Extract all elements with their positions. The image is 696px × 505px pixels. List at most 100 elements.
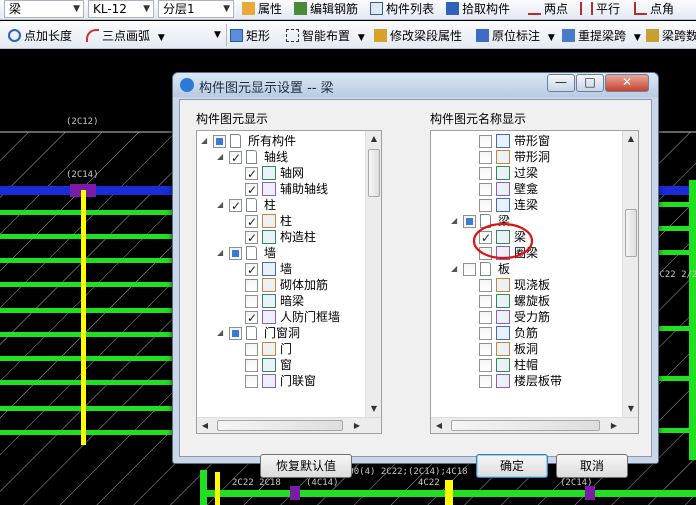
- tree-item[interactable]: 连梁: [467, 197, 622, 213]
- tree-checkbox[interactable]: [245, 279, 258, 292]
- horizontal-scrollbar[interactable]: ◀ ▶: [197, 417, 381, 433]
- span-count-button[interactable]: 梁跨数: [646, 27, 696, 45]
- expand-toggle-icon[interactable]: ◢: [451, 265, 459, 273]
- element-display-tree[interactable]: ◢所有构件◢轴线轴网辅助轴线◢柱柱构造柱◢墙墙砌体加筋暗梁人防门框墙◢门窗洞门窗…: [196, 130, 382, 434]
- tree-checkbox[interactable]: [229, 247, 242, 260]
- tree-item[interactable]: 砌体加筋: [233, 277, 365, 293]
- tree-item[interactable]: ◢ 板: [451, 261, 622, 277]
- vertical-scrollbar[interactable]: ▲ ▼: [365, 131, 381, 417]
- tree-checkbox[interactable]: [245, 262, 258, 278]
- close-button[interactable]: ✕: [605, 74, 649, 92]
- tree-checkbox[interactable]: [479, 135, 492, 148]
- tree-item[interactable]: 板洞: [467, 341, 622, 357]
- scroll-thumb[interactable]: [451, 420, 600, 431]
- element-list-button[interactable]: 构件列表: [370, 0, 434, 18]
- tree-item[interactable]: 柱: [233, 213, 365, 230]
- tree-checkbox[interactable]: [479, 247, 492, 260]
- tree-checkbox[interactable]: [463, 263, 476, 276]
- point-angle-button[interactable]: 点角: [634, 0, 674, 18]
- ok-button[interactable]: 确定: [476, 454, 548, 478]
- tree-checkbox[interactable]: [245, 230, 258, 246]
- tree-checkbox[interactable]: [479, 279, 492, 292]
- tree-item[interactable]: 圈梁: [467, 245, 622, 261]
- parallel-button[interactable]: 平行: [580, 0, 620, 18]
- scroll-thumb[interactable]: [217, 420, 343, 431]
- tree-checkbox[interactable]: [479, 375, 492, 388]
- tree-item[interactable]: ◢ 梁: [451, 213, 622, 229]
- tree-checkbox[interactable]: [245, 214, 258, 230]
- tree-item[interactable]: 带形窗: [467, 133, 622, 149]
- scroll-thumb[interactable]: [625, 209, 637, 257]
- minimize-button[interactable]: —: [547, 74, 575, 92]
- tree-item[interactable]: ◢ 门窗洞: [217, 325, 365, 341]
- chevron-down-icon[interactable]: ▼: [214, 30, 221, 40]
- three-point-arc-button[interactable]: 三点画弧 ▼: [86, 27, 165, 45]
- element-name-display-tree[interactable]: 带形窗带形洞过梁壁龛连梁◢梁梁圈梁◢板现浇板螺旋板受力筋负筋板洞柱帽楼层板带▲▼…: [430, 130, 639, 434]
- tree-item[interactable]: 带形洞: [467, 149, 622, 165]
- tree-checkbox[interactable]: [479, 230, 492, 246]
- tree-item[interactable]: 壁龛: [467, 181, 622, 197]
- tree-item[interactable]: 辅助轴线: [233, 181, 365, 198]
- tree-checkbox[interactable]: [245, 295, 258, 308]
- vertical-scrollbar[interactable]: ▲ ▼: [622, 131, 638, 417]
- tree-checkbox[interactable]: [463, 215, 476, 228]
- tree-checkbox[interactable]: [245, 375, 258, 388]
- tree-item[interactable]: 螺旋板: [467, 293, 622, 309]
- two-point-button[interactable]: 两点: [528, 0, 568, 18]
- scroll-down-icon[interactable]: ▼: [366, 401, 381, 417]
- tree-item[interactable]: ◢ 所有构件: [201, 133, 365, 149]
- tree-item[interactable]: 过梁: [467, 165, 622, 181]
- expand-toggle-icon[interactable]: ◢: [217, 249, 225, 257]
- element-type-combo[interactable]: 梁 ▼: [4, 0, 84, 18]
- scroll-right-icon[interactable]: ▶: [349, 418, 365, 433]
- tree-checkbox[interactable]: [479, 327, 492, 340]
- expand-toggle-icon[interactable]: ◢: [201, 137, 209, 145]
- tree-checkbox[interactable]: [245, 359, 258, 372]
- maximize-button[interactable]: □: [576, 74, 604, 92]
- scroll-left-icon[interactable]: ◀: [431, 418, 447, 433]
- properties-button[interactable]: 属性: [242, 0, 282, 18]
- tree-item[interactable]: 轴网: [233, 165, 365, 182]
- tree-checkbox[interactable]: [479, 311, 492, 324]
- tree-checkbox[interactable]: [229, 150, 242, 166]
- tree-checkbox[interactable]: [245, 310, 258, 326]
- tree-item[interactable]: 负筋: [467, 325, 622, 341]
- scroll-right-icon[interactable]: ▶: [606, 418, 622, 433]
- horizontal-scrollbar[interactable]: ◀ ▶: [431, 417, 638, 433]
- tree-checkbox[interactable]: [245, 166, 258, 182]
- tree-item[interactable]: 受力筋: [467, 309, 622, 325]
- expand-toggle-icon[interactable]: ◢: [217, 201, 225, 209]
- tree-item[interactable]: 门联窗: [233, 373, 365, 389]
- scroll-up-icon[interactable]: ▲: [623, 131, 638, 147]
- restore-defaults-button[interactable]: 恢复默认值: [260, 454, 352, 478]
- tree-checkbox[interactable]: [479, 359, 492, 372]
- rectangle-button[interactable]: 矩形: [230, 27, 270, 45]
- point-plus-length-button[interactable]: 点加长度: [8, 27, 72, 45]
- tree-checkbox[interactable]: [479, 183, 492, 196]
- tree-checkbox[interactable]: [245, 182, 258, 198]
- expand-toggle-icon[interactable]: ◢: [217, 329, 225, 337]
- tree-item[interactable]: 构造柱: [233, 229, 365, 246]
- expand-toggle-icon[interactable]: ◢: [217, 153, 225, 161]
- element-name-combo[interactable]: KL-12 ▼: [88, 0, 154, 18]
- tree-item[interactable]: 门: [233, 341, 365, 357]
- tree-item[interactable]: 墙: [233, 261, 365, 278]
- tree-checkbox[interactable]: [479, 295, 492, 308]
- scroll-thumb[interactable]: [368, 149, 380, 197]
- tree-checkbox[interactable]: [229, 327, 242, 340]
- layer-combo[interactable]: 分层1 ▼: [158, 0, 234, 18]
- modify-beam-segment-button[interactable]: 修改梁段属性: [374, 27, 462, 45]
- tree-item[interactable]: 窗: [233, 357, 365, 373]
- tree-checkbox[interactable]: [245, 343, 258, 356]
- tree-item[interactable]: 柱帽: [467, 357, 622, 373]
- expand-toggle-icon[interactable]: ◢: [451, 217, 459, 225]
- re-extract-span-button[interactable]: 重提梁跨 ▼: [562, 27, 641, 45]
- scroll-left-icon[interactable]: ◀: [197, 418, 213, 433]
- tree-item[interactable]: ◢ 墙: [217, 245, 365, 261]
- tree-checkbox[interactable]: [479, 199, 492, 212]
- cancel-button[interactable]: 取消: [556, 454, 628, 478]
- scroll-down-icon[interactable]: ▼: [623, 401, 638, 417]
- tree-item[interactable]: 梁: [467, 229, 622, 246]
- tree-item[interactable]: 楼层板带: [467, 373, 622, 389]
- dialog-titlebar[interactable]: 构件图元显示设置 -- 梁 — □ ✕: [173, 73, 658, 97]
